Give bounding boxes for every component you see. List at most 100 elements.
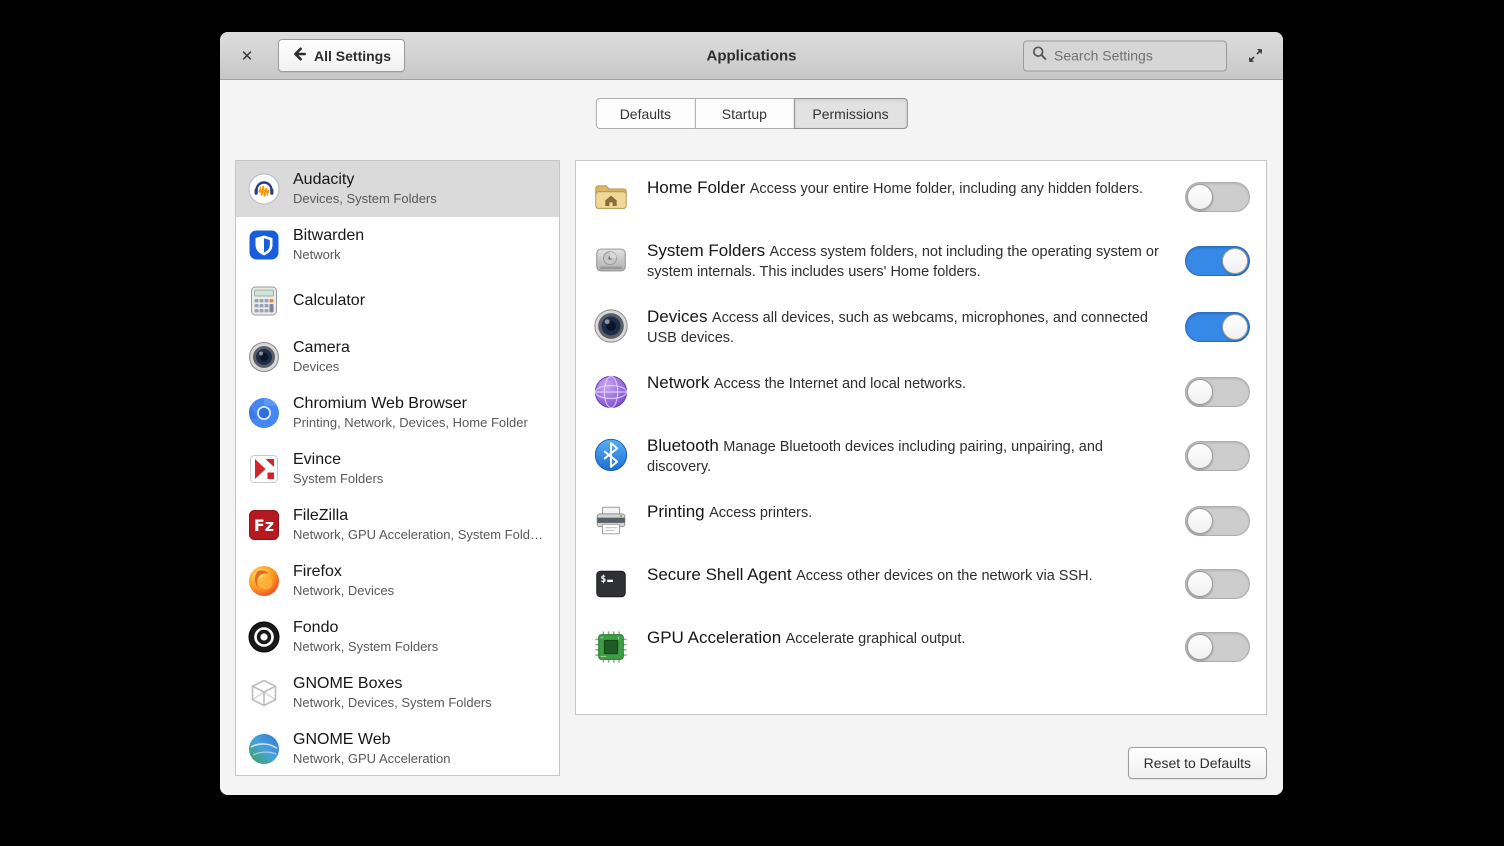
app-permissions: Network, GPU Acceleration, System Folder…	[293, 527, 547, 544]
app-text: Evince System Folders	[293, 450, 383, 488]
gnome-web-icon	[248, 733, 280, 765]
perm-text: Secure Shell Agent Access other devices …	[647, 564, 1168, 586]
toggle-knob	[1187, 571, 1213, 597]
toggle-printing[interactable]	[1185, 506, 1250, 536]
list-item-fondo[interactable]: Fondo Network, System Folders	[236, 609, 559, 665]
chromium-icon	[248, 397, 280, 429]
permission-row-printing: Printing Access printers.	[576, 489, 1266, 552]
bluetooth-icon	[592, 436, 630, 474]
toggle-knob	[1187, 184, 1213, 210]
all-settings-button[interactable]: All Settings	[278, 39, 405, 72]
all-settings-label: All Settings	[314, 48, 391, 64]
permission-row-secure-shell-agent: $ Secure Shell Agent Access other device…	[576, 552, 1266, 615]
app-name: FileZilla	[293, 506, 547, 526]
list-item-audacity[interactable]: Audacity Devices, System Folders	[236, 161, 559, 217]
app-name: Firefox	[293, 562, 394, 582]
tab-permissions[interactable]: Permissions	[793, 98, 907, 129]
permission-row-gpu-acceleration: GPU Acceleration Accelerate graphical ou…	[576, 615, 1266, 678]
app-text: Calculator	[293, 291, 365, 312]
app-permissions: Network	[293, 247, 364, 264]
perm-title: Secure Shell Agent	[647, 565, 792, 584]
svg-text:$: $	[601, 574, 607, 585]
app-permissions: Network, System Folders	[293, 639, 438, 656]
firefox-icon	[248, 565, 280, 597]
tab-startup[interactable]: Startup	[694, 98, 794, 129]
perm-text: Printing Access printers.	[647, 501, 1168, 523]
toggle-secure-shell-agent[interactable]	[1185, 569, 1250, 599]
app-name: Evince	[293, 450, 383, 470]
view-switcher: Defaults Startup Permissions	[595, 98, 907, 129]
perm-title: Bluetooth	[647, 436, 719, 455]
permission-row-devices: Devices Access all devices, such as webc…	[576, 294, 1266, 360]
app-permissions: Network, GPU Acceleration	[293, 751, 451, 768]
headerbar[interactable]: ✕ All Settings Applications	[220, 32, 1283, 80]
close-button[interactable]: ✕	[234, 43, 260, 69]
perm-description: Access your entire Home folder, includin…	[750, 181, 1143, 197]
close-icon: ✕	[241, 47, 254, 65]
camera-icon	[248, 341, 280, 373]
list-item-evince[interactable]: Evince System Folders	[236, 441, 559, 497]
permission-row-home-folder: Home Folder Access your entire Home fold…	[576, 165, 1266, 228]
app-name: GNOME Boxes	[293, 674, 492, 694]
toggle-system-folders[interactable]	[1185, 246, 1250, 276]
toggle-gpu-acceleration[interactable]	[1185, 632, 1250, 662]
toggle-knob	[1222, 314, 1248, 340]
toggle-network[interactable]	[1185, 377, 1250, 407]
app-name: Bitwarden	[293, 226, 364, 246]
permission-row-network: Network Access the Internet and local ne…	[576, 360, 1266, 423]
permission-row-system-folders: System Folders Access system folders, no…	[576, 228, 1266, 294]
tab-defaults[interactable]: Defaults	[595, 98, 695, 129]
evince-icon	[248, 453, 280, 485]
list-item-calculator[interactable]: Calculator	[236, 273, 559, 329]
list-item-bitwarden[interactable]: Bitwarden Network	[236, 217, 559, 273]
app-name: GNOME Web	[293, 730, 451, 750]
list-item-gnome-web[interactable]: GNOME Web Network, GPU Acceleration	[236, 721, 559, 776]
home-folder-icon	[592, 178, 630, 216]
toggle-bluetooth[interactable]	[1185, 441, 1250, 471]
app-text: Audacity Devices, System Folders	[293, 170, 437, 208]
perm-text: GPU Acceleration Accelerate graphical ou…	[647, 627, 1168, 649]
app-text: GNOME Web Network, GPU Acceleration	[293, 730, 451, 768]
search-icon	[1032, 46, 1047, 66]
app-name: Camera	[293, 338, 350, 358]
app-permissions: Printing, Network, Devices, Home Folder	[293, 415, 528, 432]
toggle-devices[interactable]	[1185, 312, 1250, 342]
reset-to-defaults-button[interactable]: Reset to Defaults	[1128, 747, 1267, 779]
list-item-filezilla[interactable]: Fz FileZilla Network, GPU Acceleration, …	[236, 497, 559, 553]
app-permissions: Devices	[293, 359, 350, 376]
permission-row-bluetooth: Bluetooth Manage Bluetooth devices inclu…	[576, 423, 1266, 489]
toggle-knob	[1187, 634, 1213, 660]
app-text: Chromium Web Browser Printing, Network, …	[293, 394, 528, 432]
search-field[interactable]	[1023, 40, 1227, 71]
perm-text: Network Access the Internet and local ne…	[647, 372, 1168, 394]
app-text: Fondo Network, System Folders	[293, 618, 438, 656]
app-text: Bitwarden Network	[293, 226, 364, 264]
resize-icon[interactable]	[1243, 44, 1267, 68]
perm-text: System Folders Access system folders, no…	[647, 240, 1168, 282]
list-item-firefox[interactable]: Firefox Network, Devices	[236, 553, 559, 609]
perm-title: Devices	[647, 307, 707, 326]
app-permissions: Devices, System Folders	[293, 191, 437, 208]
perm-text: Bluetooth Manage Bluetooth devices inclu…	[647, 435, 1168, 477]
tab-permissions-label: Permissions	[812, 106, 888, 122]
calculator-icon	[248, 285, 280, 317]
app-name: Chromium Web Browser	[293, 394, 528, 414]
toggle-knob	[1222, 248, 1248, 274]
app-text: GNOME Boxes Network, Devices, System Fol…	[293, 674, 492, 712]
list-item-camera[interactable]: Camera Devices	[236, 329, 559, 385]
app-permissions: Network, Devices	[293, 583, 394, 600]
toggle-home-folder[interactable]	[1185, 182, 1250, 212]
perm-description: Accelerate graphical output.	[786, 631, 966, 647]
tab-defaults-label: Defaults	[620, 106, 671, 122]
app-permissions: System Folders	[293, 471, 383, 488]
app-text: FileZilla Network, GPU Acceleration, Sys…	[293, 506, 547, 544]
app-name: Audacity	[293, 170, 437, 190]
ssh-icon: $	[592, 565, 630, 603]
network-icon	[592, 373, 630, 411]
page-title: Applications	[706, 47, 796, 64]
list-item-chromium[interactable]: Chromium Web Browser Printing, Network, …	[236, 385, 559, 441]
search-input[interactable]	[1054, 48, 1218, 64]
bitwarden-icon	[248, 229, 280, 261]
list-item-gnome-boxes[interactable]: GNOME Boxes Network, Devices, System Fol…	[236, 665, 559, 721]
back-arrow-icon	[292, 47, 306, 64]
